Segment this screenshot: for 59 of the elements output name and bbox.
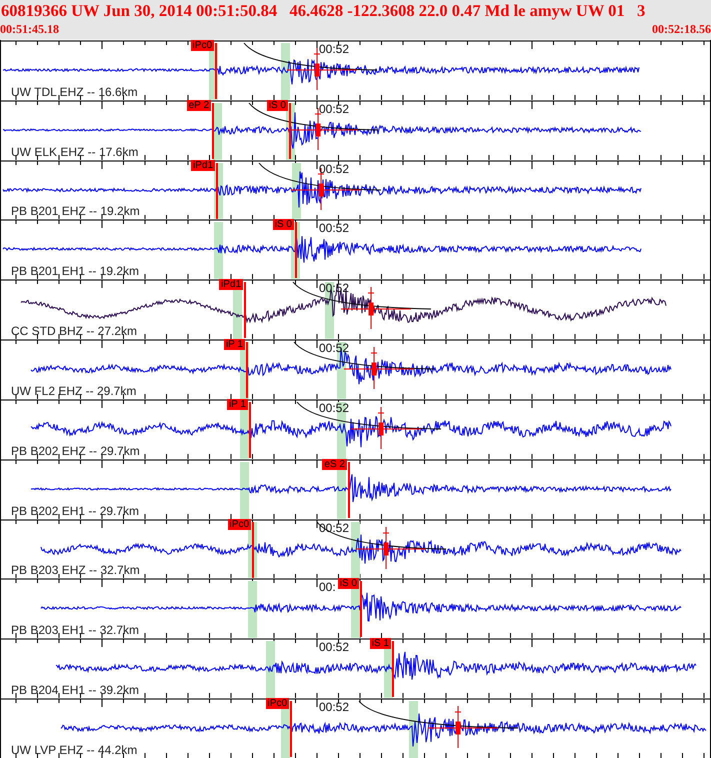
pick-line	[360, 581, 362, 638]
pick-label[interactable]: eS 2	[322, 458, 347, 470]
time-mark: 00:52	[319, 102, 350, 116]
pick-label[interactable]: iP 1	[224, 339, 245, 350]
start-time: 00:51:45.18	[0, 22, 59, 36]
pick-label[interactable]: eP 2	[186, 100, 211, 111]
pick-line	[216, 162, 218, 219]
pick-window	[248, 581, 257, 638]
pick-label[interactable]: iPd1	[218, 279, 243, 290]
pick-line	[290, 701, 292, 758]
amplitude-marker	[356, 526, 426, 570]
pick-label[interactable]: iPc0	[266, 698, 289, 710]
pick-window	[214, 222, 223, 280]
pick-window	[281, 43, 290, 100]
pick-line	[392, 641, 394, 698]
amplitude-marker	[428, 706, 498, 749]
channel-label: PB B203 EH1 -- 32.7km	[11, 624, 140, 638]
pick-line	[348, 462, 350, 518]
channel-label: PB B203 EHZ -- 32.7km	[11, 564, 140, 578]
time-mark: 00:52	[319, 43, 350, 56]
channel-label: UW TDL EHZ -- 16.6km	[11, 86, 138, 99]
pick-line	[244, 282, 246, 338]
pick-label[interactable]: iPc0	[228, 518, 251, 530]
pick-window	[240, 462, 249, 519]
pick-label[interactable]: iPc0	[190, 40, 214, 51]
pick-label[interactable]: iPd1	[190, 160, 215, 171]
channel-label: UW FL2 EHZ -- 29.7km	[11, 384, 136, 398]
pick-line	[289, 102, 291, 159]
pick-label[interactable]: iS 0	[266, 100, 288, 111]
pick-line	[212, 102, 214, 159]
pick-line	[246, 342, 248, 398]
pick-window	[351, 522, 360, 578]
time-mark: 00:52	[319, 701, 350, 714]
pick-label[interactable]: iS 0	[338, 578, 359, 590]
end-time: 00:52:18.56	[652, 22, 711, 36]
channel-label: PB B202 EHZ -- 29.7km	[11, 444, 140, 458]
pick-line	[252, 522, 254, 578]
amplitude-marker	[350, 406, 422, 450]
time-mark: 00:	[319, 581, 336, 594]
pick-label[interactable]: iP 1	[226, 398, 248, 410]
event-summary: 60819366 UW Jun 30, 2014 00:51:50.84 46.4628 -122.3608 22.0 0.47 Md le amyw UW 01 3	[0, 0, 646, 22]
pick-line	[295, 222, 297, 278]
channel-label: PB B202 EH1 -- 29.7km	[11, 504, 140, 518]
channel-label: PB B201 EHZ -- 19.2km	[11, 205, 140, 218]
channel-label: PB B201 EH1 -- 19.2km	[11, 265, 140, 278]
channel-label: CC STD BHZ -- 27.2km	[11, 325, 138, 338]
pick-window	[266, 641, 275, 698]
pick-line	[215, 43, 217, 99]
pick-label[interactable]: iS 1	[370, 638, 391, 650]
pick-line	[249, 402, 251, 458]
time-mark: 00:52	[319, 641, 350, 654]
channel-label: UW ELK EHZ -- 17.6km	[11, 146, 138, 159]
time-mark: 00:52	[319, 162, 350, 176]
time-mark: 00:52	[319, 342, 350, 356]
channel-label: UW LVP EHZ -- 44.2km	[11, 744, 138, 757]
channel-label: PB B204 EH1 -- 39.2km	[11, 684, 140, 698]
pick-label[interactable]: iS 0	[272, 219, 294, 230]
time-mark: 00:52	[319, 222, 350, 236]
time-mark: 00:52	[319, 402, 350, 415]
